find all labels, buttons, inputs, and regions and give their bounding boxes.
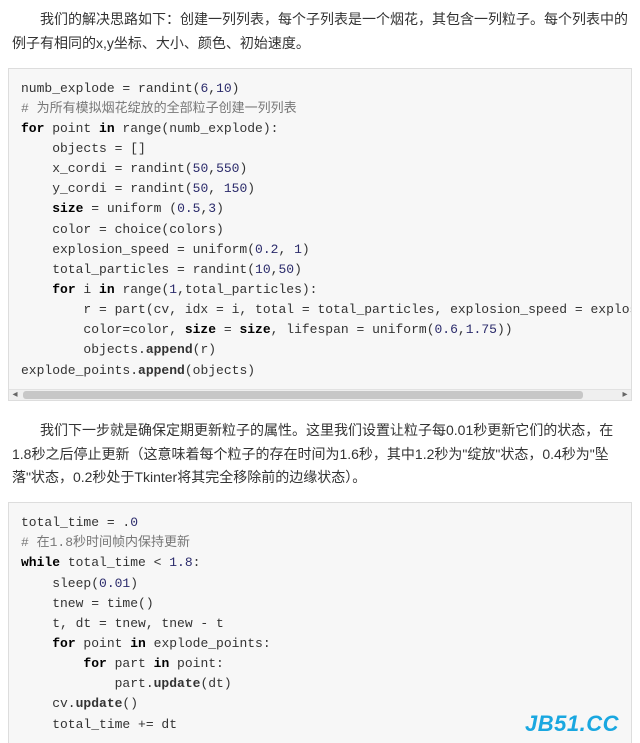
code-line: y_cordi = randint(50, 150): [21, 181, 255, 196]
code-line: for point in range(numb_explode):: [21, 121, 278, 136]
code-comment: # 在1.8秒时间帧内保持更新: [21, 535, 190, 550]
code-block-1[interactable]: numb_explode = randint(6,10) # 为所有模拟烟花绽放…: [9, 69, 631, 389]
code-line: objects = []: [21, 141, 146, 156]
code-line: size = uniform (0.5,3): [21, 201, 224, 216]
code-line: t, dt = tnew, tnew - t: [21, 616, 224, 631]
article-page: 我们的解决思路如下：创建一列列表，每个子列表是一个烟花，其包含一列粒子。每个列表…: [0, 0, 640, 743]
code-line: while total_time < 1.8:: [21, 555, 200, 570]
code-line: numb_explode = randint(6,10): [21, 81, 239, 96]
scroll-right-icon[interactable]: ▸: [619, 389, 631, 401]
code-line: explode_points.append(objects): [21, 363, 255, 378]
code-line: x_cordi = randint(50,550): [21, 161, 247, 176]
paragraph-2: 我们下一步就是确保定期更新粒子的属性。这里我们设置让粒子每0.01秒更新它们的状…: [0, 411, 640, 496]
code-block-2[interactable]: total_time = .0 # 在1.8秒时间帧内保持更新 while to…: [9, 503, 631, 743]
code-block-1-wrap: numb_explode = randint(6,10) # 为所有模拟烟花绽放…: [8, 68, 632, 401]
code-line: for point in explode_points:: [21, 636, 271, 651]
code-line: color=color, size = size, lifespan = uni…: [21, 322, 513, 337]
paragraph-1: 我们的解决思路如下：创建一列列表，每个子列表是一个烟花，其包含一列粒子。每个列表…: [0, 0, 640, 62]
code-line: for part in point:: [21, 656, 224, 671]
code-line: total_particles = randint(10,50): [21, 262, 302, 277]
code-line: r = part(cv, idx = i, total = total_part…: [21, 302, 632, 317]
code-line: explosion_speed = uniform(0.2, 1): [21, 242, 310, 257]
code-line: sleep(0.01): [21, 576, 138, 591]
code-line: part.update(dt): [21, 676, 232, 691]
code-block-2-wrap: total_time = .0 # 在1.8秒时间帧内保持更新 while to…: [8, 502, 632, 743]
horizontal-scrollbar[interactable]: ◂ ▸: [9, 389, 631, 400]
code-line: tnew = time(): [21, 596, 154, 611]
scroll-left-icon[interactable]: ◂: [9, 389, 21, 401]
scroll-thumb[interactable]: [23, 391, 583, 399]
code-line: total_time = .0: [21, 515, 138, 530]
code-line: color = choice(colors): [21, 222, 224, 237]
code-line: cv.update(): [21, 696, 138, 711]
code-line: objects.append(r): [21, 342, 216, 357]
code-comment: # 为所有模拟烟花绽放的全部粒子创建一列列表: [21, 101, 297, 116]
code-line: for i in range(1,total_particles):: [21, 282, 318, 297]
